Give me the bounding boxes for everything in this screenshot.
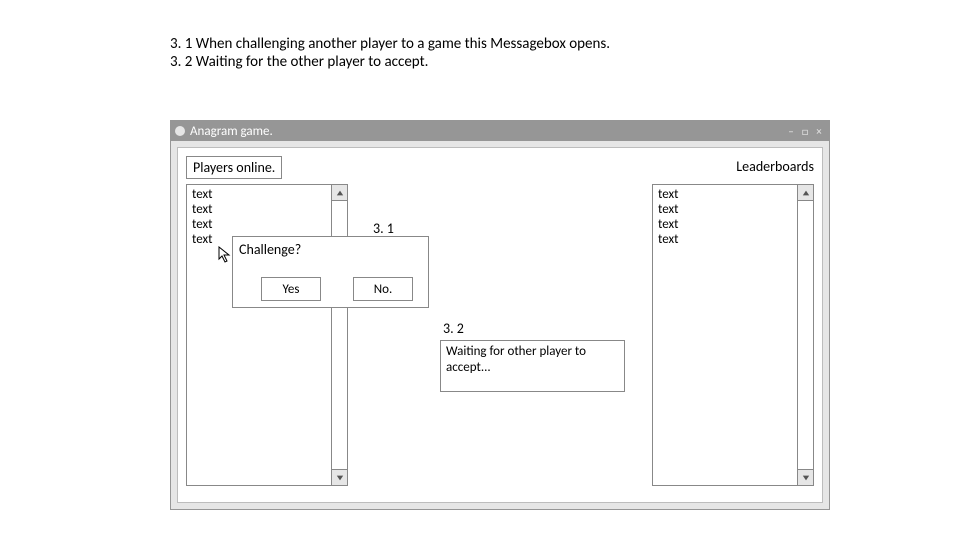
list-item[interactable]: text (192, 203, 326, 218)
waiting-text: Waiting for other player to accept... (446, 344, 619, 375)
app-icon (175, 126, 185, 136)
players-list-content: text text text text (187, 185, 331, 485)
players-scrollbar[interactable] (331, 185, 347, 485)
yes-button[interactable]: Yes (261, 277, 321, 301)
window-title: Anagram game. (190, 124, 273, 139)
maximize-icon[interactable]: □ (799, 125, 811, 137)
close-icon[interactable]: × (813, 125, 825, 137)
leaderboards-scrollbar[interactable] (797, 185, 813, 485)
leaderboards-list-content: text text text text (653, 185, 797, 485)
challenge-messagebox: Challenge? Yes No. (232, 236, 429, 308)
scroll-down-icon[interactable] (332, 469, 347, 485)
no-button[interactable]: No. (353, 277, 413, 301)
list-item[interactable]: text (658, 233, 792, 248)
scroll-up-icon[interactable] (332, 185, 347, 201)
window-body: Players online. Leaderboards text text t… (177, 147, 823, 503)
caption-line-1: 3. 1 When challenging another player to … (170, 35, 610, 53)
minimize-icon[interactable]: – (785, 125, 797, 137)
waiting-messagebox: Waiting for other player to accept... (440, 340, 625, 392)
scroll-down-icon[interactable] (798, 469, 813, 485)
annotation-3-1: 3. 1 (373, 220, 394, 237)
titlebar: Anagram game. – □ × (171, 121, 829, 141)
app-window: Anagram game. – □ × Players online. Lead… (170, 120, 830, 510)
list-item[interactable]: text (658, 218, 792, 233)
scroll-up-icon[interactable] (798, 185, 813, 201)
list-item[interactable]: text (192, 188, 326, 203)
list-item[interactable]: text (658, 188, 792, 203)
window-controls: – □ × (785, 125, 825, 137)
leaderboards-listbox[interactable]: text text text text (652, 184, 814, 486)
list-item[interactable]: text (192, 218, 326, 233)
leaderboards-heading: Leaderboards (736, 158, 814, 175)
players-listbox[interactable]: text text text text (186, 184, 348, 486)
caption-line-2: 3. 2 Waiting for the other player to acc… (170, 53, 428, 71)
annotation-3-2: 3. 2 (443, 320, 464, 337)
players-online-heading: Players online. (186, 156, 282, 179)
challenge-title: Challenge? (239, 241, 301, 258)
list-item[interactable]: text (658, 203, 792, 218)
